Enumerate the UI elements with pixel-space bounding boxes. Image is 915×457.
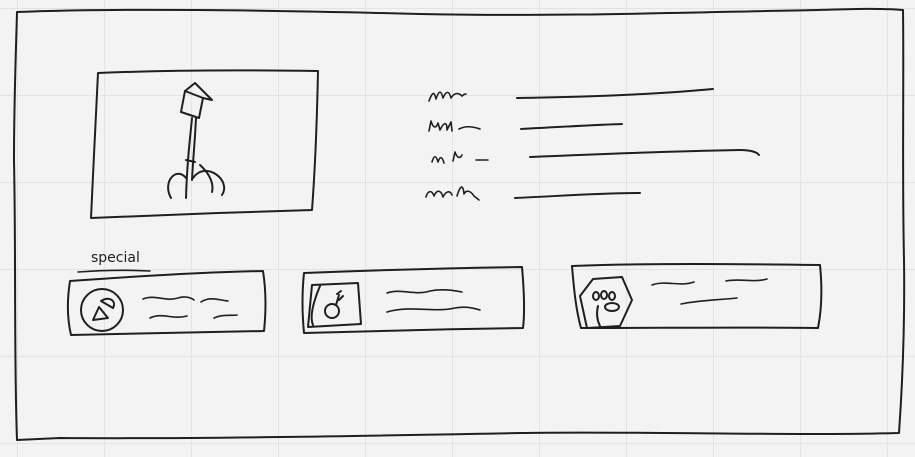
honeycomb-icon [579,276,633,329]
card-frame [301,266,526,334]
shapes-icon [80,288,124,332]
page-frame [13,7,906,441]
card-text-scribble [213,314,238,319]
card-text-scribble [725,278,768,282]
detail-value-line [529,149,760,158]
detail-row [425,186,641,201]
detail-value-line [514,192,641,199]
special-section-label: special [91,250,140,266]
card-text-scribble [386,306,481,313]
detail-value-line [520,123,623,130]
detail-value-line [516,88,714,99]
wireframe-sketch: special [13,7,906,441]
detail-label-scribble [428,120,481,132]
card-text-scribble [149,314,188,319]
bomb-icon [307,282,362,328]
card-text-scribble [386,289,463,294]
card-text-scribble [200,297,229,303]
detail-row [428,88,714,102]
card-text-scribble [680,297,738,305]
special-card-1[interactable] [66,270,267,336]
detail-row [428,120,623,132]
detail-label-scribble [425,186,480,201]
detail-row [431,149,760,164]
card-text-scribble [651,281,695,286]
detail-label-scribble [431,151,489,164]
special-card-2[interactable] [301,266,526,334]
card-text-scribble [142,296,195,301]
tree-icon [167,82,226,199]
detail-list [425,88,760,201]
hero-image [90,69,319,219]
special-label-underline [77,269,151,273]
detail-label-scribble [428,91,467,102]
special-card-3[interactable] [571,263,823,329]
card-frame [66,270,267,336]
